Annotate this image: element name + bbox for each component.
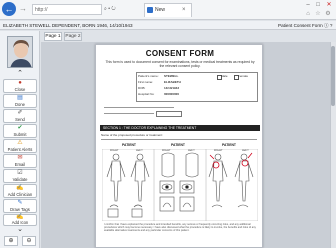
scroll-down-icon[interactable]: ⌄ <box>3 226 37 234</box>
surname-label: Patient's name: <box>138 74 159 78</box>
procedure-line <box>101 139 257 140</box>
form-intro: This form is used to document consent fo… <box>105 60 255 68</box>
back-button[interactable]: ← <box>2 2 16 16</box>
patient-header-1: PATIENT <box>122 143 136 147</box>
date-line <box>104 113 154 114</box>
hospital-no-label: Hospital No: <box>138 92 155 96</box>
patient-alerts-button[interactable]: ⚠ Patient Alerts <box>3 139 37 153</box>
dob-value[interactable]: 14/10/1943 <box>164 86 179 90</box>
avatar <box>7 36 33 68</box>
tab-favicon-icon <box>147 7 153 13</box>
hospital-no-value[interactable]: 000000000 <box>164 92 179 96</box>
page-title: CONSENT FORM <box>145 49 215 58</box>
tab-close-icon[interactable]: × <box>182 6 189 14</box>
signature-line <box>104 107 174 108</box>
scroll-up-icon[interactable]: ⌃ <box>3 70 37 78</box>
close-window-icon[interactable]: ✕ <box>324 2 334 8</box>
patient-header-3: PATIENT <box>222 143 236 147</box>
consent-form-page: CONSENT FORM This form is used to docume… <box>95 44 263 248</box>
validate-button[interactable]: ☑ Validate <box>3 169 37 183</box>
patient-details: ELIZABETH STEWELL DEPENDENT, BORN 1946, … <box>3 23 133 28</box>
male-label: Male <box>221 74 228 78</box>
confirmation-statement: I confirm that I have explained the proc… <box>104 223 256 233</box>
tab-page-2[interactable]: Page 2 <box>64 32 82 41</box>
gear-icon[interactable]: ⚙ <box>324 10 332 18</box>
add-icon-button[interactable]: ✍ Add Icon <box>3 214 37 226</box>
add-clinician-button[interactable]: ✍ Add Clinician <box>3 184 37 198</box>
send-button[interactable]: ✐ Send <box>3 109 37 123</box>
section-1-header: SECTION 1 : THE DOCTOR EXPLAINING THE TR… <box>100 125 260 131</box>
address-tools[interactable]: ⌕ • ↻ <box>104 5 142 14</box>
email-button[interactable]: ✉ Email <box>3 154 37 168</box>
favorites-icon[interactable]: ☆ <box>314 10 322 18</box>
dob-label: DOB: <box>138 86 146 90</box>
close-button[interactable]: ● Close <box>3 79 37 93</box>
consent-checkbox-box[interactable] <box>156 111 182 117</box>
first-name-label: First name: <box>138 80 154 84</box>
first-name-value[interactable]: ELIZABETH <box>164 80 181 84</box>
scrollbar-thumb[interactable] <box>331 46 335 106</box>
submit-button[interactable]: ✔ Submit <box>3 124 37 138</box>
zoom-in-button[interactable]: ⊕ <box>4 236 18 246</box>
tab-page-1[interactable]: Page 1 <box>44 32 62 41</box>
maximize-icon[interactable]: □ <box>314 2 322 8</box>
forward-button[interactable]: → <box>18 4 28 14</box>
minimize-icon[interactable]: – <box>304 2 312 8</box>
female-label: Female <box>238 74 249 78</box>
home-icon[interactable]: ⌂ <box>304 10 312 18</box>
done-button[interactable]: ▤ Done <box>3 94 37 108</box>
form-title: Patient Consent Form ⓘ ? <box>278 23 333 28</box>
surname-value[interactable]: STEWELL <box>164 74 178 78</box>
procedure-label: Name of the proposed procedure or treatm… <box>101 133 163 137</box>
patient-header-2: PATIENT <box>171 143 185 147</box>
address-bar[interactable]: http:// <box>32 4 102 15</box>
body-diagram[interactable] <box>102 149 258 221</box>
draw-tags-button[interactable]: ✎ Draw Tags <box>3 199 37 213</box>
zoom-out-button[interactable]: ⊖ <box>22 236 36 246</box>
